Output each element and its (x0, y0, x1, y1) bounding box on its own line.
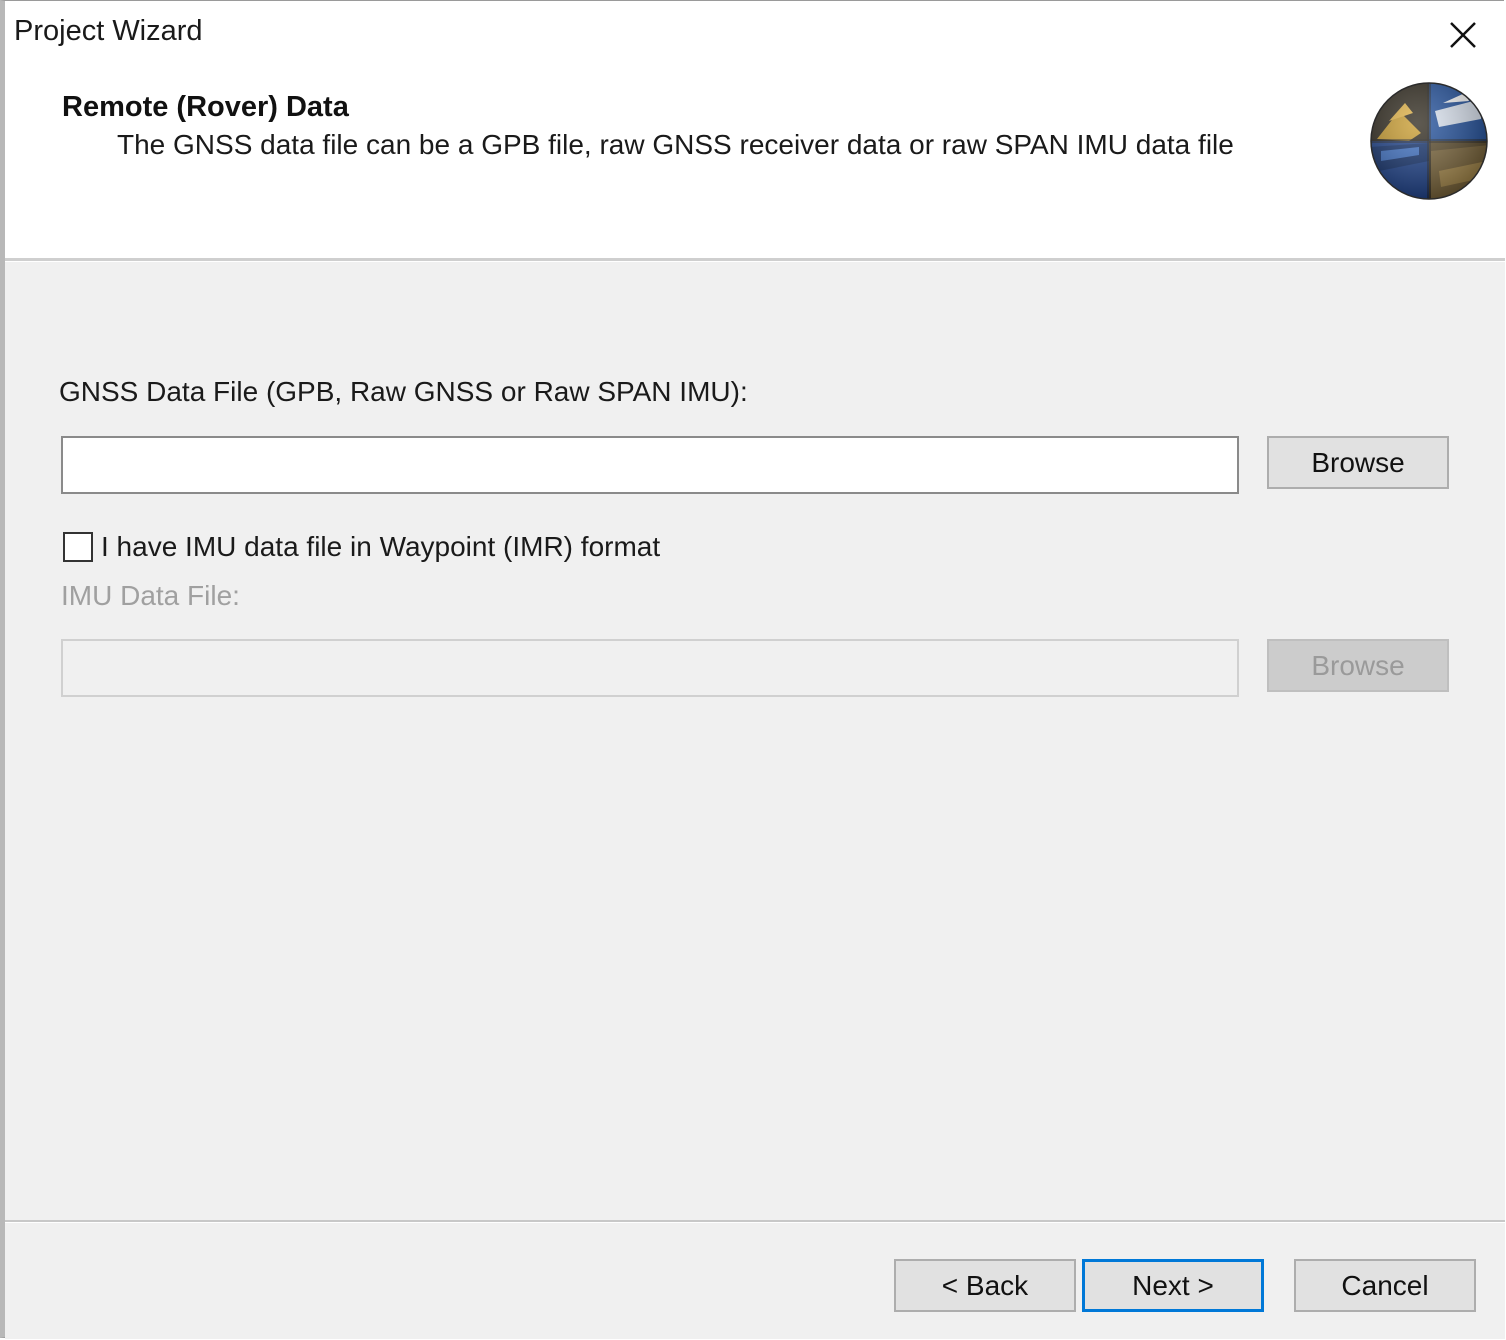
project-wizard-window: Project Wizard Remote (Rover) Data The G… (0, 0, 1505, 1339)
imu-file-input[interactable] (61, 639, 1239, 697)
imu-format-checkbox-label[interactable]: I have IMU data file in Waypoint (IMR) f… (101, 531, 660, 563)
window-title: Project Wizard (14, 15, 203, 47)
page-subtitle: The GNSS data file can be a GPB file, ra… (117, 129, 1234, 160)
wizard-header: Remote (Rover) Data The GNSS data file c… (5, 67, 1505, 259)
next-button[interactable]: Next > (1082, 1259, 1264, 1312)
imu-browse-button[interactable]: Browse (1267, 639, 1449, 692)
wizard-body: GNSS Data File (GPB, Raw GNSS or Raw SPA… (5, 262, 1505, 1220)
close-button[interactable] (1435, 9, 1491, 61)
gnss-file-label: GNSS Data File (GPB, Raw GNSS or Raw SPA… (59, 376, 748, 407)
back-button[interactable]: < Back (894, 1259, 1076, 1312)
cancel-button[interactable]: Cancel (1294, 1259, 1476, 1312)
wizard-footer: < Back Next > Cancel (5, 1223, 1505, 1339)
imu-checkbox-row[interactable]: I have IMU data file in Waypoint (IMR) f… (63, 530, 660, 564)
imu-format-checkbox[interactable] (63, 532, 93, 562)
page-title: Remote (Rover) Data (62, 91, 349, 123)
imu-file-label: IMU Data File: (61, 580, 240, 611)
globe-logo-icon (1370, 82, 1488, 200)
close-icon (1450, 22, 1476, 48)
title-bar: Project Wizard (5, 1, 1505, 67)
gnss-browse-button[interactable]: Browse (1267, 436, 1449, 489)
gnss-file-input[interactable] (61, 436, 1239, 494)
